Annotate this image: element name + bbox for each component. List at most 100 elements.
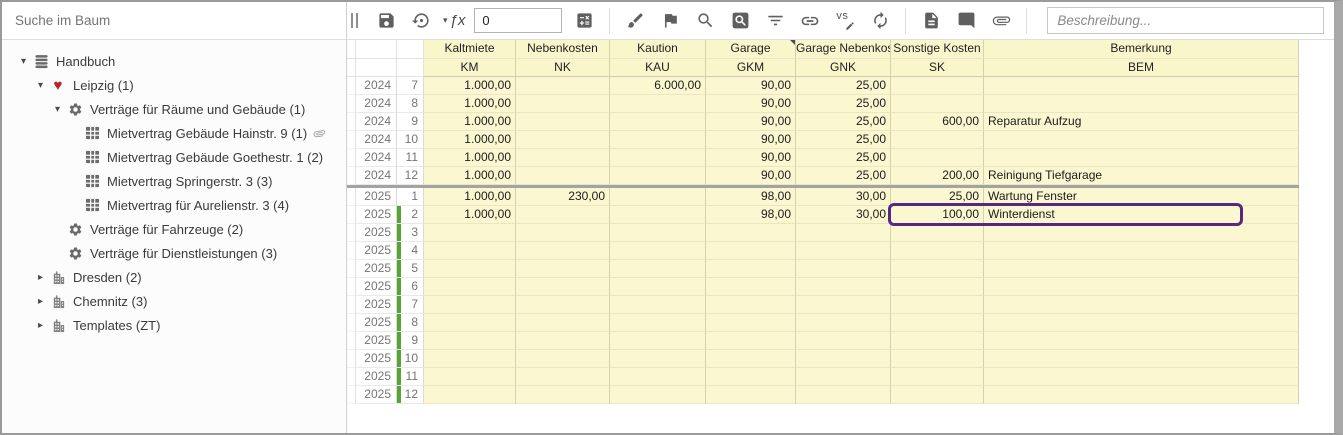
row-header-year[interactable]: 2025 — [356, 296, 397, 314]
cell-kau[interactable] — [610, 314, 706, 332]
save-button[interactable] — [373, 8, 399, 34]
cell-km[interactable] — [424, 368, 516, 386]
row-header-month[interactable]: 8 — [397, 95, 424, 113]
cell-gnk[interactable]: 25,00 — [796, 95, 891, 113]
row-header-month[interactable]: 10 — [397, 350, 424, 368]
cell-bem[interactable] — [984, 149, 1299, 167]
row-header-year[interactable]: 2024 — [356, 167, 397, 185]
cell-sk[interactable]: 100,00 — [891, 206, 984, 224]
cell-nk[interactable] — [516, 149, 610, 167]
cell-kau[interactable] — [610, 149, 706, 167]
cell-km[interactable] — [424, 314, 516, 332]
cell-nk[interactable] — [516, 260, 610, 278]
cell-sk[interactable] — [891, 95, 984, 113]
description-input[interactable] — [1047, 7, 1324, 34]
cell-nk[interactable] — [516, 278, 610, 296]
cell-gkm[interactable]: 98,00 — [706, 206, 796, 224]
cell-bem[interactable] — [984, 350, 1299, 368]
row-header-year[interactable]: 2025 — [356, 278, 397, 296]
row-header-month[interactable]: 7 — [397, 296, 424, 314]
link-button[interactable] — [797, 8, 823, 34]
cell-gkm[interactable] — [706, 242, 796, 260]
cell-gnk[interactable] — [796, 260, 891, 278]
cell-sk[interactable] — [891, 77, 984, 95]
cell-sk[interactable]: 25,00 — [891, 188, 984, 206]
cell-gnk[interactable]: 25,00 — [796, 167, 891, 185]
cell-gnk[interactable] — [796, 368, 891, 386]
cell-gnk[interactable] — [796, 296, 891, 314]
cell-gnk[interactable]: 25,00 — [796, 77, 891, 95]
cell-km[interactable] — [424, 332, 516, 350]
row-header-month[interactable]: 3 — [397, 224, 424, 242]
tree-item[interactable]: ▸Chemnitz (3) — [2, 289, 346, 313]
row-header-year[interactable]: 2024 — [356, 113, 397, 131]
column-code-gkm[interactable]: GKM — [706, 59, 796, 77]
cell-km[interactable] — [424, 350, 516, 368]
cell-bem[interactable] — [984, 278, 1299, 296]
cell-gkm[interactable] — [706, 314, 796, 332]
row-header-month[interactable]: 11 — [397, 368, 424, 386]
cell-gkm[interactable] — [706, 332, 796, 350]
cell-gkm[interactable]: 90,00 — [706, 167, 796, 185]
cell-kau[interactable] — [610, 95, 706, 113]
cell-km[interactable]: 1.000,00 — [424, 206, 516, 224]
cell-sk[interactable] — [891, 242, 984, 260]
cell-km[interactable]: 1.000,00 — [424, 95, 516, 113]
cell-nk[interactable] — [516, 206, 610, 224]
cell-bem[interactable] — [984, 368, 1299, 386]
expand-arrow-icon[interactable]: ▸ — [33, 296, 48, 307]
cell-gnk[interactable]: 25,00 — [796, 149, 891, 167]
cell-gnk[interactable]: 30,00 — [796, 206, 891, 224]
tree-item[interactable]: Mietvertrag Gebäude Goethestr. 1 (2) — [2, 145, 346, 169]
cell-nk[interactable] — [516, 167, 610, 185]
row-header-year[interactable]: 2024 — [356, 77, 397, 95]
column-code-sk[interactable]: SK — [891, 59, 984, 77]
column-code-kau[interactable]: KAU — [610, 59, 706, 77]
cell-sk[interactable] — [891, 260, 984, 278]
cell-sk[interactable] — [891, 224, 984, 242]
cell-gnk[interactable] — [796, 386, 891, 404]
tree-item[interactable]: ▸Templates (ZT) — [2, 313, 346, 337]
row-header-year[interactable]: 2025 — [356, 368, 397, 386]
cell-gnk[interactable]: 25,00 — [796, 113, 891, 131]
cell-gkm[interactable]: 90,00 — [706, 77, 796, 95]
row-header-year[interactable]: 2025 — [356, 242, 397, 260]
cell-bem[interactable] — [984, 386, 1299, 404]
cell-sk[interactable] — [891, 368, 984, 386]
row-header-month[interactable]: 10 — [397, 131, 424, 149]
column-code-gnk[interactable]: GNK — [796, 59, 891, 77]
document-button[interactable] — [918, 8, 944, 34]
row-header-month[interactable]: 6 — [397, 278, 424, 296]
tree-item[interactable]: Mietvertrag für Aurelienstr. 3 (4) — [2, 193, 346, 217]
cell-bem[interactable] — [984, 224, 1299, 242]
row-header-month[interactable]: 8 — [397, 314, 424, 332]
row-header-month[interactable]: 11 — [397, 149, 424, 167]
cell-sk[interactable] — [891, 332, 984, 350]
cell-gkm[interactable]: 90,00 — [706, 131, 796, 149]
cell-kau[interactable] — [610, 386, 706, 404]
column-header-sk[interactable]: Sonstige Kosten — [891, 40, 984, 59]
cell-nk[interactable] — [516, 314, 610, 332]
cell-nk[interactable] — [516, 242, 610, 260]
row-header-month[interactable]: 12 — [397, 386, 424, 404]
row-header-year[interactable]: 2024 — [356, 131, 397, 149]
row-header-month[interactable]: 9 — [397, 332, 424, 350]
cell-gkm[interactable]: 90,00 — [706, 95, 796, 113]
cell-nk[interactable] — [516, 224, 610, 242]
tree-item[interactable]: ▸Dresden (2) — [2, 265, 346, 289]
cell-nk[interactable]: 230,00 — [516, 188, 610, 206]
cell-kau[interactable] — [610, 188, 706, 206]
cell-km[interactable]: 1.000,00 — [424, 113, 516, 131]
cell-sk[interactable] — [891, 149, 984, 167]
cell-bem[interactable] — [984, 332, 1299, 350]
cell-nk[interactable] — [516, 95, 610, 113]
cell-bem[interactable] — [984, 242, 1299, 260]
cell-gnk[interactable] — [796, 224, 891, 242]
cell-kau[interactable] — [610, 206, 706, 224]
row-header-month[interactable]: 4 — [397, 242, 424, 260]
filter-button[interactable] — [762, 8, 788, 34]
cell-bem[interactable] — [984, 131, 1299, 149]
cell-nk[interactable] — [516, 332, 610, 350]
column-header-gkm[interactable]: Garage — [706, 40, 796, 59]
cell-nk[interactable] — [516, 350, 610, 368]
